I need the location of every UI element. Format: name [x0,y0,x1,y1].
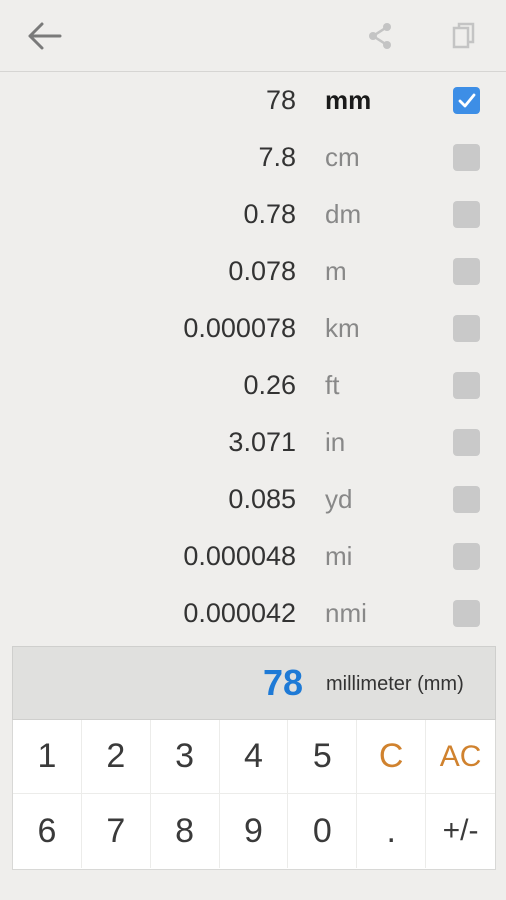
unit-checkbox[interactable] [453,315,480,342]
key-6[interactable]: 6 [13,794,82,868]
converted-value: 78 [265,85,296,115]
converted-value: 0.078 [228,256,296,286]
toolbar [0,0,506,72]
unit-checkbox[interactable] [453,372,480,399]
unit-label: yd [325,484,353,514]
list-item[interactable]: 0.26 ft [0,357,506,414]
unit-label: ft [325,370,340,400]
unit-label: cm [325,142,360,172]
list-item[interactable]: 7.8 cm [0,129,506,186]
input-display: 78 millimeter (mm) [12,646,496,720]
list-item[interactable]: 0.000078 km [0,300,506,357]
unit-label: mi [325,541,353,571]
key-1[interactable]: 1 [13,720,82,794]
conversion-list: 78 mm 7.8 cm 0.78 dm 0.078 m 0.000078 km… [0,72,506,642]
converted-value: 0.085 [228,484,296,514]
all-clear-button[interactable]: AC [426,720,495,794]
list-item[interactable]: 0.000048 mi [0,528,506,585]
copy-icon [452,22,475,49]
share-button[interactable] [356,12,404,60]
arrow-left-icon [28,22,62,50]
unit-checkbox[interactable] [453,486,480,513]
unit-label: m [325,256,347,286]
converted-value: 7.8 [258,142,296,172]
unit-label: in [325,427,346,457]
key-7[interactable]: 7 [82,794,151,868]
converted-value: 0.78 [243,199,296,229]
list-item[interactable]: 0.078 m [0,243,506,300]
unit-label: mm [325,85,372,115]
copy-button[interactable] [440,12,488,60]
list-item[interactable]: 0.78 dm [0,186,506,243]
converted-value: 3.071 [228,427,296,457]
unit-label: nmi [325,598,367,628]
converted-value: 0.000048 [183,541,296,571]
checkmark-icon [458,93,475,107]
back-button[interactable] [20,12,68,60]
key-0[interactable]: 0 [288,794,358,868]
converted-value: 0.000078 [183,313,296,343]
sign-toggle-button[interactable]: +/- [426,794,495,868]
key-4[interactable]: 4 [219,720,289,794]
unit-checkbox[interactable] [453,258,480,285]
unit-label: dm [325,199,362,229]
keypad: 1 2 3 4 5 C AC 6 7 8 9 0 . +/- [12,720,496,870]
unit-checkbox[interactable] [453,600,480,627]
unit-checkbox[interactable] [453,87,480,114]
share-icon [369,23,391,49]
clear-button[interactable]: C [357,720,427,794]
input-unit-name[interactable]: millimeter (mm) [326,647,464,719]
unit-label: km [325,313,360,343]
key-8[interactable]: 8 [151,794,220,868]
list-item[interactable]: 0.000042 nmi [0,585,506,642]
list-item[interactable]: 0.085 yd [0,471,506,528]
unit-checkbox[interactable] [453,144,480,171]
key-3[interactable]: 3 [150,720,220,794]
decimal-point-button[interactable]: . [357,794,427,868]
key-2[interactable]: 2 [81,720,151,794]
key-9[interactable]: 9 [220,794,289,868]
unit-checkbox[interactable] [453,201,480,228]
converted-value: 0.26 [243,370,296,400]
key-5[interactable]: 5 [288,720,358,794]
input-value: 78 [262,662,303,703]
list-item[interactable]: 3.071 in [0,414,506,471]
unit-checkbox[interactable] [453,429,480,456]
list-item[interactable]: 78 mm [0,72,506,129]
converted-value: 0.000042 [183,598,296,628]
unit-checkbox[interactable] [453,543,480,570]
